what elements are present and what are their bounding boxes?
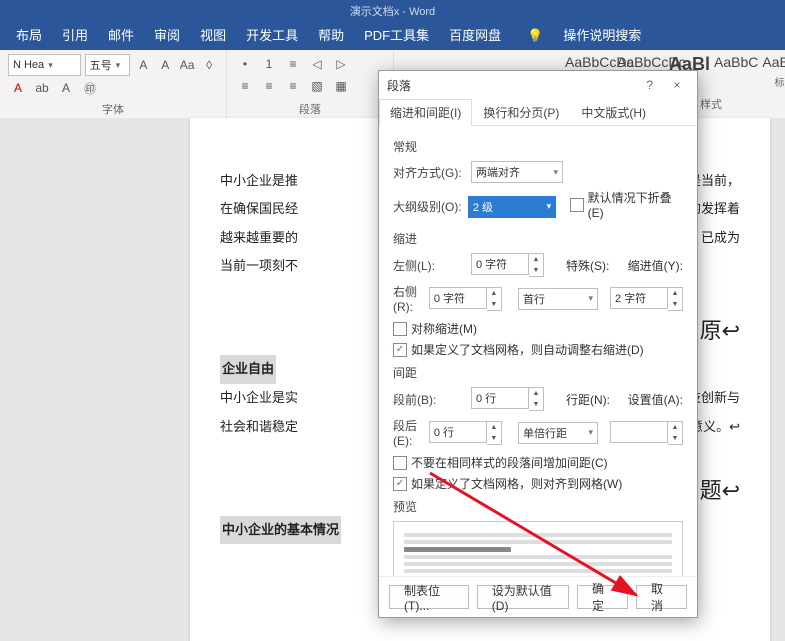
special-by-label: 缩进值(Y):: [628, 257, 683, 274]
chevron-down-icon: ▾: [553, 167, 558, 178]
highlight-button[interactable]: ab: [32, 78, 52, 98]
chevron-down-icon: ▾: [48, 60, 53, 71]
ribbon-tabs: 布局 引用 邮件 审阅 视图 开发工具 帮助 PDF工具集 百度网盘 💡 操作说…: [0, 22, 785, 50]
special-label: 特殊(S):: [566, 257, 609, 274]
mirror-indent-checkbox[interactable]: [393, 322, 407, 336]
autogrid-label: 如果定义了文档网格，则自动调整右缩进(D): [411, 341, 644, 358]
align-center-button[interactable]: ≡: [259, 76, 279, 96]
tab-view[interactable]: 视图: [190, 22, 236, 50]
section-general: 常规: [393, 138, 683, 155]
style-item[interactable]: AaBbC标题: [762, 54, 785, 89]
titlebar: 演示文档x - Word: [0, 0, 785, 22]
shrink-font-button[interactable]: A: [156, 55, 174, 75]
alignment-label: 对齐方式(G):: [393, 164, 465, 181]
multilevel-button[interactable]: ≡: [283, 54, 303, 74]
font-color-button[interactable]: A: [8, 78, 28, 98]
tab-layout[interactable]: 布局: [6, 22, 52, 50]
increase-indent-button[interactable]: ▷: [331, 54, 351, 74]
alignment-combo[interactable]: 两端对齐▾: [471, 161, 563, 183]
tab-mailings[interactable]: 邮件: [98, 22, 144, 50]
chevron-down-icon: ▾: [588, 293, 593, 304]
preview-box: [393, 521, 683, 576]
change-case-button[interactable]: Aa: [178, 55, 196, 75]
tell-me-icon: 💡: [517, 22, 553, 50]
ribbon-group-label: 段落: [227, 101, 393, 117]
section-preview: 预览: [393, 498, 683, 515]
font-family-combo[interactable]: N Hea▾: [8, 54, 81, 76]
fold-label: 默认情况下折叠(E): [588, 189, 683, 220]
ribbon-group-paragraph: • 1 ≡ ◁ ▷ ≡ ≡ ≡ ▧ ▦ 段落: [227, 50, 394, 118]
tab-review[interactable]: 审阅: [144, 22, 190, 50]
clear-format-button[interactable]: ◊: [200, 55, 218, 75]
ok-button[interactable]: 确定: [577, 585, 628, 609]
ribbon-group-label: 字体: [0, 101, 226, 117]
tab-indent-spacing[interactable]: 缩进和间距(I): [379, 99, 472, 126]
enclose-char-button[interactable]: ㊞: [80, 78, 100, 98]
space-after-label: 段后(E):: [393, 417, 423, 448]
doc-heading: 中小企业的基本情况: [220, 516, 341, 545]
indent-right-spin[interactable]: 0 字符▲▼: [429, 287, 502, 311]
ribbon-group-font: N Hea▾ 五号▾ A A Aa ◊ A ab A ㊞ 字体: [0, 50, 227, 118]
no-same-space-checkbox[interactable]: [393, 456, 407, 470]
grow-font-button[interactable]: A: [134, 55, 152, 75]
help-button[interactable]: ?: [638, 78, 662, 92]
shading-button[interactable]: ▧: [307, 76, 327, 96]
no-same-space-label: 不要在相同样式的段落间增加间距(C): [411, 454, 608, 471]
style-item[interactable]: AaBbC: [714, 54, 758, 74]
at-spin[interactable]: ▲▼: [610, 421, 683, 445]
space-before-label: 段前(B):: [393, 391, 465, 408]
align-left-button[interactable]: ≡: [235, 76, 255, 96]
borders-button[interactable]: ▦: [331, 76, 351, 96]
line-spacing-label: 行距(N):: [566, 391, 610, 408]
indent-left-spin[interactable]: 0 字符▲▼: [471, 253, 544, 277]
dialog-title: 段落: [387, 77, 411, 94]
dialog-footer: 制表位(T)... 设为默认值(D) 确定 取消: [379, 576, 697, 617]
decrease-indent-button[interactable]: ◁: [307, 54, 327, 74]
set-default-button[interactable]: 设为默认值(D): [477, 585, 569, 609]
at-label: 设置值(A):: [628, 391, 683, 408]
chevron-down-icon: ▾: [116, 60, 121, 71]
align-right-button[interactable]: ≡: [283, 76, 303, 96]
mirror-indent-label: 对称缩进(M): [411, 320, 477, 337]
tabs-button[interactable]: 制表位(T)...: [389, 585, 469, 609]
doc-heading: 企业自由: [220, 355, 276, 384]
tab-help[interactable]: 帮助: [308, 22, 354, 50]
numbering-button[interactable]: 1: [259, 54, 279, 74]
dialog-titlebar: 段落 ? ×: [379, 71, 697, 99]
tab-line-breaks[interactable]: 换行和分页(P): [472, 99, 570, 126]
tell-me-search[interactable]: 操作说明搜索: [553, 22, 651, 50]
cancel-button[interactable]: 取消: [636, 585, 687, 609]
paragraph-dialog: 段落 ? × 缩进和间距(I) 换行和分页(P) 中文版式(H) 常规 对齐方式…: [378, 70, 698, 618]
font-size-combo[interactable]: 五号▾: [85, 54, 131, 76]
tab-pdf[interactable]: PDF工具集: [354, 22, 439, 50]
section-indent: 缩进: [393, 230, 683, 247]
snap-grid-label: 如果定义了文档网格，则对齐到网格(W): [411, 475, 622, 492]
dialog-body: 常规 对齐方式(G): 两端对齐▾ 大纲级别(O): 2 级▾ 默认情况下折叠(…: [379, 126, 697, 576]
section-spacing: 间距: [393, 364, 683, 381]
bullets-button[interactable]: •: [235, 54, 255, 74]
indent-left-label: 左侧(L):: [393, 257, 465, 274]
fold-checkbox[interactable]: [570, 198, 583, 212]
line-spacing-combo[interactable]: 单倍行距▾: [518, 422, 598, 444]
space-before-spin[interactable]: 0 行▲▼: [471, 387, 544, 411]
tab-baidu[interactable]: 百度网盘: [439, 22, 511, 50]
chevron-down-icon: ▾: [588, 427, 593, 438]
special-combo[interactable]: 首行▾: [518, 288, 598, 310]
char-shading-button[interactable]: A: [56, 78, 76, 98]
chevron-down-icon: ▾: [547, 201, 552, 212]
indent-right-label: 右侧(R):: [393, 283, 423, 314]
tab-references[interactable]: 引用: [52, 22, 98, 50]
tab-asian[interactable]: 中文版式(H): [570, 99, 657, 126]
outline-level-combo[interactable]: 2 级▾: [468, 196, 556, 218]
snap-grid-checkbox[interactable]: ✓: [393, 477, 407, 491]
tab-developer[interactable]: 开发工具: [236, 22, 308, 50]
ribbon-group-label: 样式: [700, 96, 722, 112]
dialog-tabs: 缩进和间距(I) 换行和分页(P) 中文版式(H): [379, 99, 697, 126]
space-after-spin[interactable]: 0 行▲▼: [429, 421, 502, 445]
close-button[interactable]: ×: [665, 78, 689, 92]
special-by-spin[interactable]: 2 字符▲▼: [610, 287, 683, 311]
outline-label: 大纲级别(O):: [393, 198, 462, 215]
autogrid-checkbox[interactable]: ✓: [393, 343, 407, 357]
